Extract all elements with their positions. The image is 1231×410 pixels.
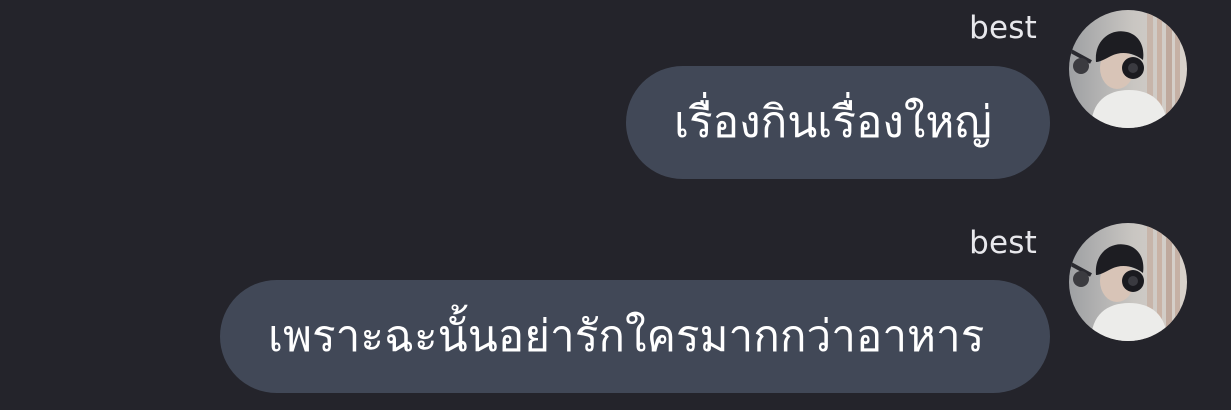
avatar[interactable]	[1069, 223, 1187, 341]
message-row: best เพราะฉะนั้นอย่ารักใครมากกว่าอาหาร	[0, 215, 1231, 410]
chat-thread: best เรื่องกินเรื่องใหญ่ best เพราะฉะนั้…	[0, 0, 1231, 410]
avatar[interactable]	[1069, 10, 1187, 128]
message-bubble[interactable]: เพราะฉะนั้นอย่ารักใครมากกว่าอาหาร	[220, 280, 1050, 393]
message-bubble[interactable]: เรื่องกินเรื่องใหญ่	[626, 66, 1050, 179]
sender-name: best	[969, 10, 1037, 46]
message-row: best เรื่องกินเรื่องใหญ่	[0, 0, 1231, 200]
user-photo-avatar-icon	[1069, 223, 1187, 341]
sender-name: best	[969, 225, 1037, 261]
user-photo-avatar-icon	[1069, 10, 1187, 128]
